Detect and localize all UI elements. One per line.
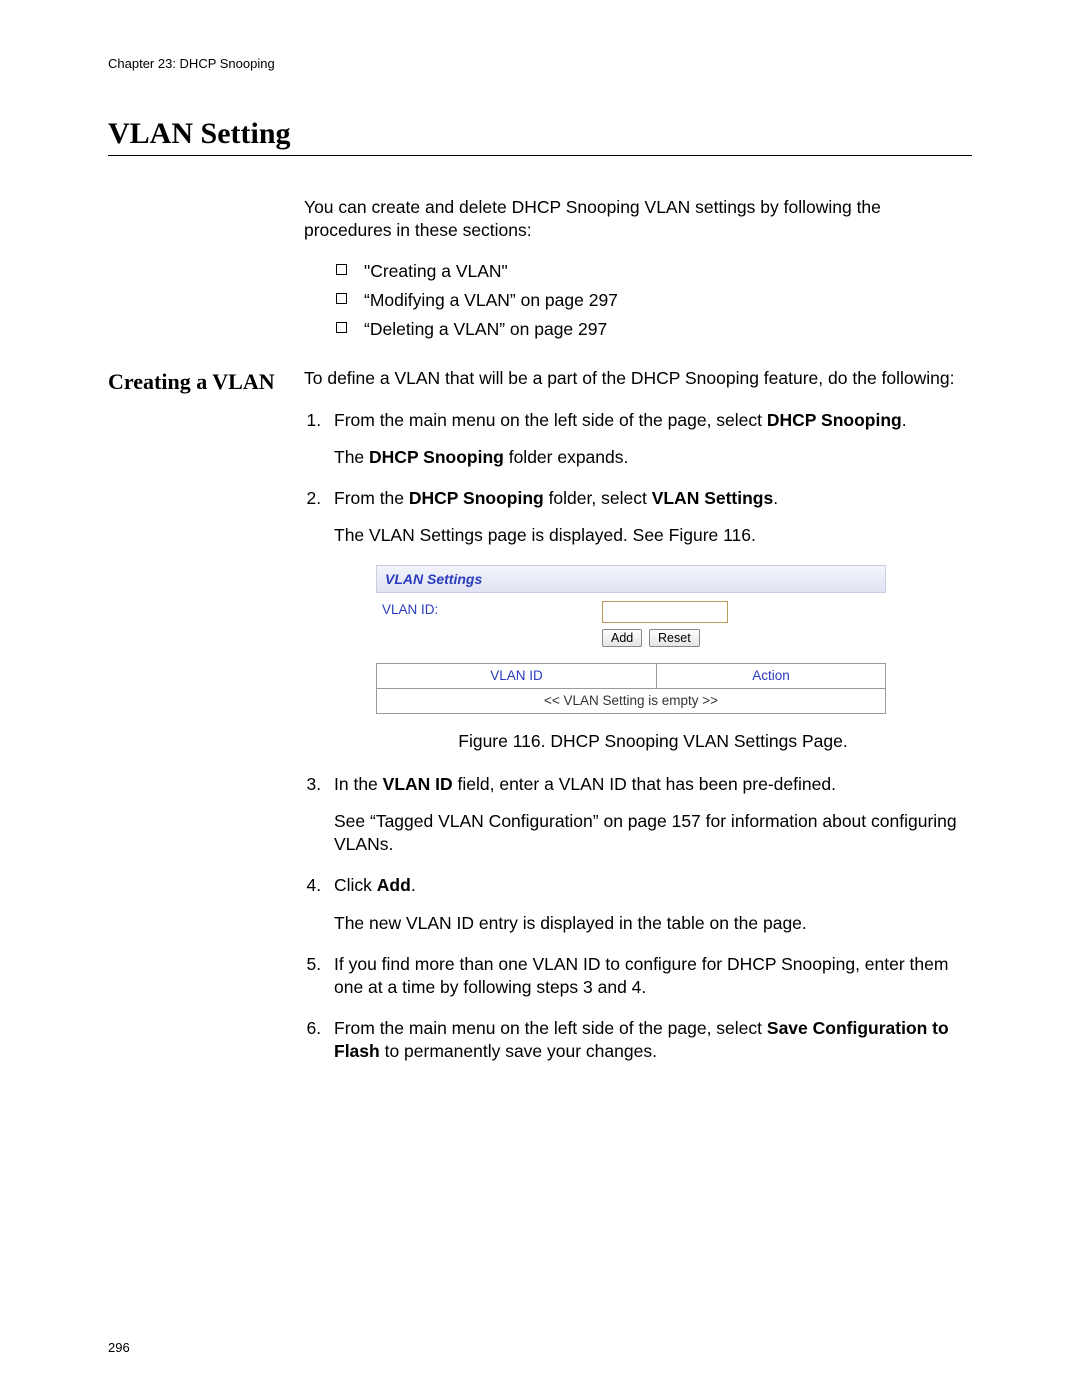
vlan-id-input[interactable] <box>602 601 728 623</box>
add-button[interactable]: Add <box>602 629 642 647</box>
toc-item: “Deleting a VLAN” on page 297 <box>336 318 972 341</box>
vlan-form-row: VLAN ID: Add Reset <box>376 593 886 653</box>
step-4: Click Add. The new VLAN ID entry is disp… <box>326 874 972 934</box>
step2-note: The VLAN Settings page is displayed. See… <box>334 524 972 547</box>
step3-bold: VLAN ID <box>383 774 453 794</box>
figure-116: VLAN Settings VLAN ID: Add Reset <box>376 565 972 714</box>
step-1: From the main menu on the left side of t… <box>326 409 972 469</box>
toc-item: “Modifying a VLAN” on page 297 <box>336 289 972 312</box>
vlan-id-label: VLAN ID: <box>382 601 602 647</box>
toc-list: "Creating a VLAN" “Modifying a VLAN” on … <box>336 260 972 341</box>
creating-vlan-section: Creating a VLAN To define a VLAN that wi… <box>108 367 972 1081</box>
step1-note-post: folder expands. <box>504 447 629 467</box>
step3-note: See “Tagged VLAN Configuration” on page … <box>334 810 972 856</box>
reset-button[interactable]: Reset <box>649 629 700 647</box>
table-row: << VLAN Setting is empty >> <box>377 689 886 714</box>
chapter-header: Chapter 23: DHCP Snooping <box>108 56 972 71</box>
step1-pre: From the main menu on the left side of t… <box>334 410 767 430</box>
page-number: 296 <box>108 1340 130 1355</box>
step4-note: The new VLAN ID entry is displayed in th… <box>334 912 972 935</box>
vlan-form-controls: Add Reset <box>602 601 880 647</box>
page-title: VLAN Setting <box>108 117 972 156</box>
empty-row-cell: << VLAN Setting is empty >> <box>377 689 886 714</box>
intro-text: You can create and delete DHCP Snooping … <box>304 196 972 242</box>
step2-post: . <box>773 488 778 508</box>
step2-mid: folder, select <box>544 488 652 508</box>
step1-post: . <box>902 410 907 430</box>
step2-pre: From the <box>334 488 409 508</box>
step2-b2: VLAN Settings <box>652 488 774 508</box>
button-row: Add Reset <box>602 629 880 647</box>
step4-bold: Add <box>377 875 411 895</box>
step6-post: to permanently save your changes. <box>380 1041 657 1061</box>
th-vlan-id: VLAN ID <box>377 664 657 689</box>
toc-item: "Creating a VLAN" <box>336 260 972 283</box>
side-heading: Creating a VLAN <box>108 367 304 395</box>
step4-post: . <box>411 875 416 895</box>
document-page: Chapter 23: DHCP Snooping VLAN Setting Y… <box>0 0 1080 1397</box>
step3-post: field, enter a VLAN ID that has been pre… <box>453 774 836 794</box>
intro-block: You can create and delete DHCP Snooping … <box>304 196 972 341</box>
section-body: To define a VLAN that will be a part of … <box>304 367 972 1081</box>
step1-bold: DHCP Snooping <box>767 410 902 430</box>
step-6: From the main menu on the left side of t… <box>326 1017 972 1063</box>
step2-b1: DHCP Snooping <box>409 488 544 508</box>
step4-pre: Click <box>334 875 377 895</box>
step-2: From the DHCP Snooping folder, select VL… <box>326 487 972 753</box>
th-action: Action <box>656 664 885 689</box>
step3-pre: In the <box>334 774 383 794</box>
step1-note: The DHCP Snooping folder expands. <box>334 446 972 469</box>
vlan-table: VLAN ID Action << VLAN Setting is empty … <box>376 663 886 714</box>
step1-note-pre: The <box>334 447 369 467</box>
step1-note-bold: DHCP Snooping <box>369 447 504 467</box>
vlan-settings-panel: VLAN Settings VLAN ID: Add Reset <box>376 565 886 714</box>
step6-pre: From the main menu on the left side of t… <box>334 1018 767 1038</box>
figure-caption: Figure 116. DHCP Snooping VLAN Settings … <box>334 730 972 753</box>
panel-title: VLAN Settings <box>376 565 886 593</box>
step-5: If you find more than one VLAN ID to con… <box>326 953 972 999</box>
step-3: In the VLAN ID field, enter a VLAN ID th… <box>326 773 972 856</box>
creating-intro: To define a VLAN that will be a part of … <box>304 367 972 390</box>
steps-list: From the main menu on the left side of t… <box>304 409 972 1063</box>
